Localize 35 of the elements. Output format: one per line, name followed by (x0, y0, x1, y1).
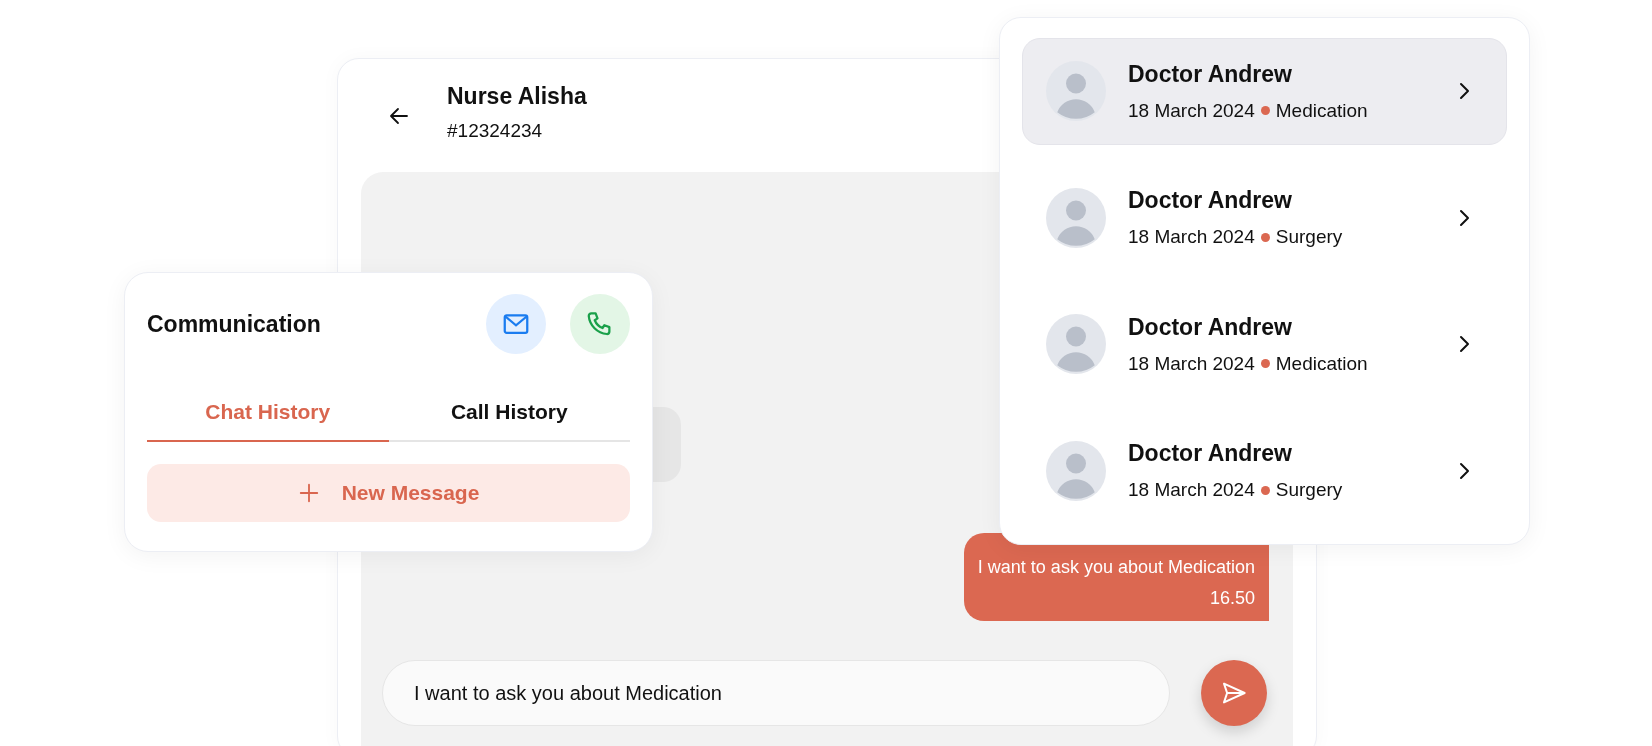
call-button[interactable] (570, 294, 630, 354)
doctor-name: Doctor Andrew (1128, 440, 1293, 468)
separator-dot (1260, 232, 1270, 242)
separator-dot (1260, 359, 1270, 369)
send-button[interactable] (1201, 660, 1267, 726)
consultation-topic: Surgery (1275, 226, 1343, 249)
consultation-topic: Medication (1275, 99, 1368, 122)
avatar-silhouette-icon (1046, 440, 1106, 501)
consultation-item[interactable]: Doctor Andrew 18 March 2024 Medication (1022, 291, 1507, 398)
avatar-silhouette-icon (1046, 187, 1106, 248)
consultation-date: 18 March 2024 (1128, 479, 1255, 502)
consultation-item[interactable]: Doctor Andrew 18 March 2024 Surgery (1022, 417, 1507, 524)
message-time: 16.50 (1209, 588, 1255, 609)
plus-icon (297, 482, 320, 504)
consultation-date: 18 March 2024 (1128, 99, 1255, 122)
separator-dot (1260, 485, 1270, 495)
separator-dot (1260, 106, 1270, 116)
contact-name: Nurse Alisha (447, 83, 587, 110)
tab[interactable]: Chat History (147, 384, 389, 442)
consultation-item[interactable]: Doctor Andrew 18 March 2024 Medication (1022, 38, 1507, 145)
doctor-name: Doctor Andrew (1128, 313, 1293, 341)
consultation-date: 18 March 2024 (1128, 352, 1255, 375)
avatar-silhouette-icon (1046, 314, 1106, 375)
consultation-topic: Medication (1275, 352, 1368, 375)
tab[interactable]: Call History (388, 384, 630, 442)
consultation-topic: Surgery (1275, 479, 1343, 502)
avatar-silhouette-icon (1046, 61, 1106, 122)
doctor-name: Doctor Andrew (1128, 60, 1293, 88)
message-input[interactable]: I want to ask you about Medication (382, 660, 1170, 726)
consultation-date: 18 March 2024 (1128, 226, 1255, 249)
doctor-name: Doctor Andrew (1128, 187, 1293, 215)
consultation-item[interactable]: Doctor Andrew 18 March 2024 Surgery (1022, 164, 1507, 271)
contact-id: #12324234 (447, 120, 544, 142)
card-title: Communication (147, 310, 322, 338)
message-text: I want to ask you about Medication (977, 557, 1255, 578)
